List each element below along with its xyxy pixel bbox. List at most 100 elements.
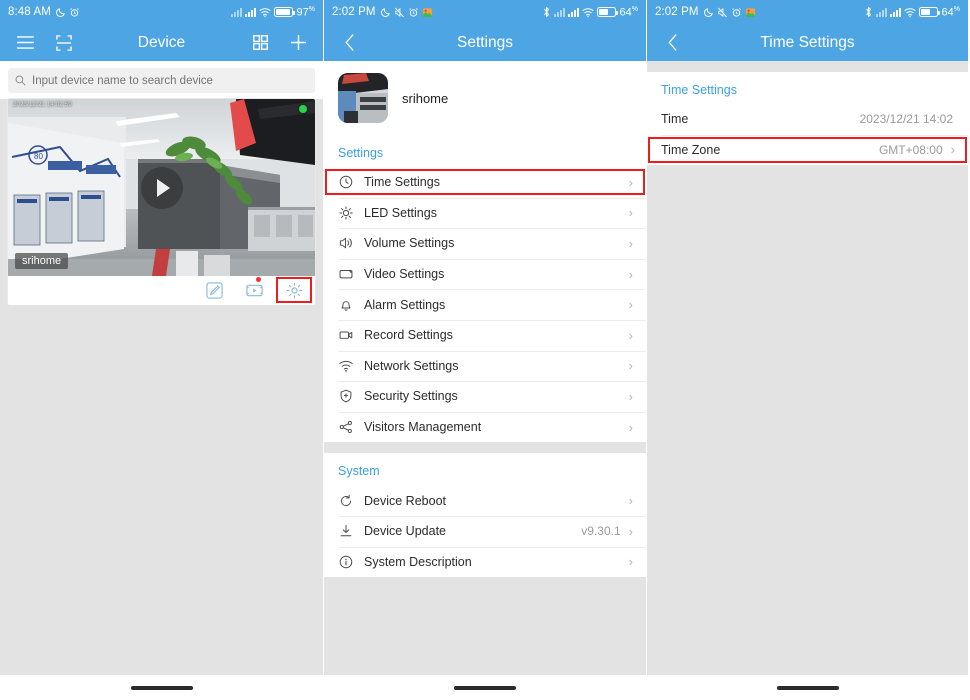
status-bar-panel3: 2:02 PM 64% bbox=[647, 0, 968, 24]
home-indicator-panel2 bbox=[324, 675, 646, 700]
row-label: Network Settings bbox=[364, 358, 459, 373]
avatar bbox=[338, 73, 388, 123]
share-nodes-icon bbox=[338, 420, 353, 435]
row-label: Volume Settings bbox=[364, 236, 455, 251]
row-label: Security Settings bbox=[364, 389, 458, 404]
sidebar-item-record-settings[interactable]: Record Settings › bbox=[324, 319, 646, 351]
row-label: Device Reboot bbox=[364, 493, 446, 508]
battery-icon bbox=[596, 7, 618, 17]
photo-icon bbox=[745, 7, 756, 18]
row-label: Record Settings bbox=[364, 328, 453, 343]
status-time: 2:02 PM bbox=[655, 6, 699, 18]
row-label: Time Settings bbox=[364, 175, 440, 190]
row-label: Visitors Management bbox=[364, 420, 482, 435]
panel-device-list: 8:48 AM 97% Device Input device name to … bbox=[0, 0, 323, 700]
moon-icon bbox=[55, 7, 66, 18]
panel-settings: 2:02 PM 64% Settings srihome Settings Ti… bbox=[323, 0, 647, 700]
grid-view-icon[interactable] bbox=[245, 28, 275, 58]
sidebar-item-time-settings[interactable]: Time Settings › bbox=[324, 167, 646, 198]
battery-percent: 97% bbox=[296, 5, 315, 19]
chevron-right-icon: › bbox=[950, 142, 955, 158]
sidebar-item-led-settings[interactable]: LED Settings › bbox=[324, 197, 646, 229]
alarm-icon bbox=[731, 7, 742, 18]
signal-dim-icon bbox=[875, 7, 887, 17]
time-value: 2023/12/21 14:02 bbox=[859, 112, 953, 127]
moon-icon bbox=[703, 7, 714, 18]
sidebar-item-volume-settings[interactable]: Volume Settings › bbox=[324, 228, 646, 259]
photo-icon bbox=[422, 7, 433, 18]
bell-icon bbox=[338, 297, 353, 312]
signal-dim-icon bbox=[553, 7, 565, 17]
shield-icon bbox=[338, 389, 353, 404]
refresh-icon bbox=[338, 493, 353, 508]
search-box[interactable] bbox=[8, 68, 315, 93]
online-status-dot bbox=[299, 105, 307, 113]
nav-bar-panel3: Time Settings bbox=[647, 24, 968, 61]
search-input[interactable] bbox=[32, 74, 308, 87]
wifi-icon bbox=[258, 7, 271, 18]
back-button[interactable] bbox=[657, 28, 687, 58]
battery-percent: 64% bbox=[941, 5, 960, 19]
hamburger-icon[interactable] bbox=[10, 28, 40, 58]
sidebar-item-device-update[interactable]: Device Update v9.30.1 › bbox=[324, 515, 646, 547]
speaker-icon bbox=[338, 236, 353, 251]
status-time: 8:48 AM bbox=[8, 6, 51, 18]
device-card-toolbar bbox=[8, 276, 315, 305]
time-zone-value: GMT+08:00 bbox=[878, 142, 943, 157]
settings-list: Time Settings › LED Settings › Volume Se… bbox=[324, 167, 646, 443]
row-label: Device Update bbox=[364, 524, 446, 539]
search-section bbox=[0, 61, 323, 99]
play-button[interactable] bbox=[140, 166, 183, 209]
scan-icon[interactable] bbox=[49, 28, 79, 58]
wifi-icon bbox=[338, 358, 353, 373]
panel1-empty-area bbox=[0, 305, 323, 675]
sidebar-item-visitors-management[interactable]: Visitors Management › bbox=[324, 411, 646, 443]
sidebar-item-video-settings[interactable]: Video Settings › bbox=[324, 258, 646, 290]
edit-icon[interactable] bbox=[205, 282, 223, 300]
row-label: Alarm Settings bbox=[364, 297, 446, 312]
battery-icon bbox=[918, 7, 940, 17]
section-header-settings: Settings bbox=[324, 135, 646, 167]
search-icon bbox=[15, 75, 26, 86]
page-title: Time Settings bbox=[760, 33, 855, 51]
plus-icon[interactable] bbox=[283, 28, 313, 58]
chevron-right-icon: › bbox=[628, 205, 633, 221]
home-indicator-panel1 bbox=[0, 675, 323, 700]
device-card[interactable]: 80 2023/12/21 14:02:59 srihome bbox=[8, 99, 315, 305]
chevron-right-icon: › bbox=[628, 523, 633, 539]
section-header-time-settings: Time Settings bbox=[647, 72, 968, 104]
monitor-icon bbox=[338, 267, 353, 282]
playback-icon[interactable] bbox=[245, 276, 263, 300]
device-update-version: v9.30.1 bbox=[581, 524, 621, 539]
sidebar-item-device-reboot[interactable]: Device Reboot › bbox=[324, 485, 646, 516]
page-title: Settings bbox=[456, 33, 513, 51]
back-button[interactable] bbox=[334, 28, 364, 58]
sidebar-item-security-settings[interactable]: Security Settings › bbox=[324, 381, 646, 412]
nav-bar-panel2: Settings bbox=[324, 24, 646, 61]
chevron-right-icon: › bbox=[628, 327, 633, 343]
alarm-icon bbox=[69, 7, 80, 18]
camera-name-label: srihome bbox=[15, 253, 69, 269]
camera-preview[interactable]: 80 2023/12/21 14:02:59 srihome bbox=[8, 99, 315, 276]
status-bar-panel1: 8:48 AM 97% bbox=[0, 0, 323, 24]
chevron-right-icon: › bbox=[628, 235, 633, 251]
info-icon bbox=[338, 554, 353, 569]
row-time-zone[interactable]: Time Zone GMT+08:00 › bbox=[647, 134, 968, 166]
status-time: 2:02 PM bbox=[332, 6, 376, 18]
chevron-right-icon: › bbox=[628, 297, 633, 313]
row-label: Video Settings bbox=[364, 267, 445, 282]
signal-icon bbox=[244, 7, 256, 17]
signal-dim-icon bbox=[230, 7, 242, 17]
sidebar-item-network-settings[interactable]: Network Settings › bbox=[324, 350, 646, 382]
device-profile-name: srihome bbox=[402, 90, 449, 106]
sidebar-item-alarm-settings[interactable]: Alarm Settings › bbox=[324, 289, 646, 320]
device-profile[interactable]: srihome bbox=[324, 61, 646, 135]
gear-highlight-box bbox=[276, 277, 312, 303]
bluetooth-icon bbox=[542, 6, 551, 18]
wifi-icon bbox=[903, 7, 916, 18]
system-list: Device Reboot › Device Update v9.30.1 › … bbox=[324, 485, 646, 578]
sidebar-item-system-description[interactable]: System Description › bbox=[324, 546, 646, 578]
bluetooth-icon bbox=[864, 6, 873, 18]
battery-icon bbox=[273, 7, 295, 17]
status-bar-panel2: 2:02 PM 64% bbox=[324, 0, 646, 24]
